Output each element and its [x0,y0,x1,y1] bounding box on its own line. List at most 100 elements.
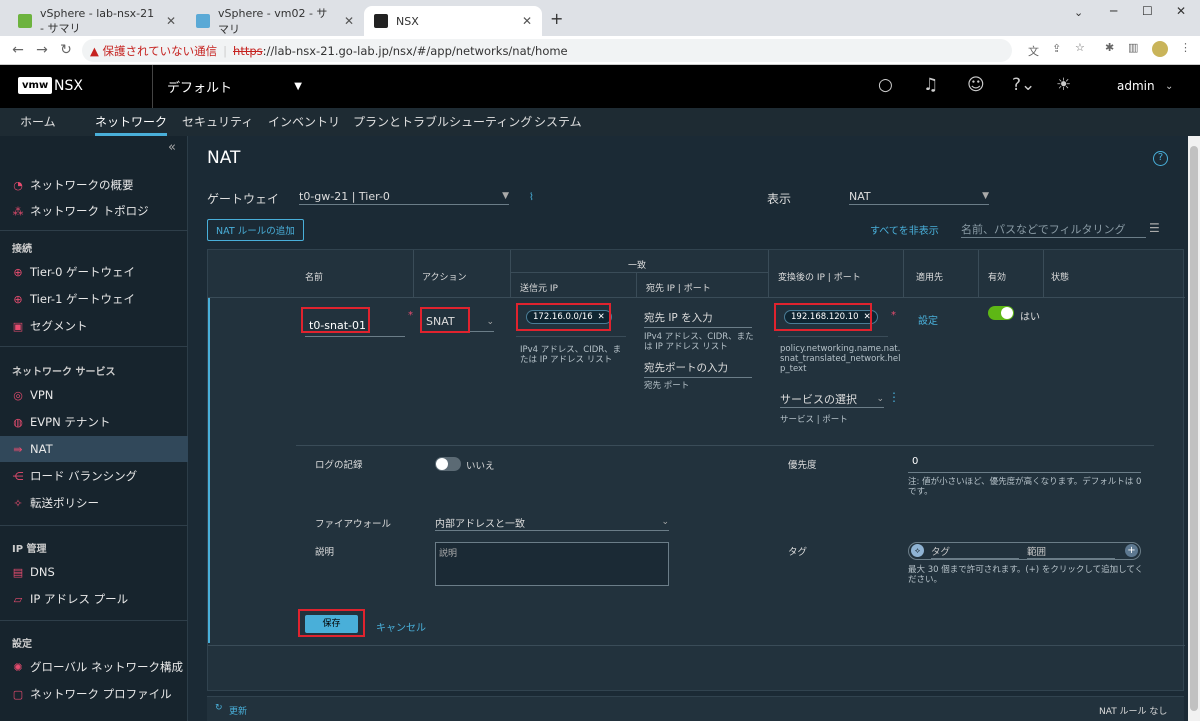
sidebar-item-label: グローバル ネットワーク構成 [30,660,184,674]
service-select[interactable]: サービスの選択 ⌄ [780,390,884,408]
firewall-select[interactable]: 内部アドレスと一致 ⌄ [435,514,669,531]
chevron-down-icon: ▼ [982,191,989,201]
sidebar-item-vpn[interactable]: ◎ VPN [0,382,188,408]
sidebar-item-network-overview[interactable]: ◔ ネットワークの概要 [0,172,188,198]
address-bar-row: ← → ↻ ▲ 保護されていない通信 | https ://lab-nsx-21… [0,36,1200,65]
highlight-box [301,307,370,333]
tab-list-icon[interactable]: ⌄ [1074,6,1083,19]
share-icon[interactable]: ⇪ [1052,42,1061,55]
sidebar: « ◔ ネットワークの概要 ⁂ ネットワーク トポロジ 接続 ⊕ Tier-0 ゲート… [0,136,188,721]
filter-input[interactable]: 名前、パスなどでフィルタリング [961,221,1146,238]
dashboard-icon: ◔ [13,178,23,192]
sidebar-item-tier0[interactable]: ⊕ Tier-0 ゲートウェイ [0,259,188,285]
scope-input[interactable]: 範囲 [1027,544,1115,559]
scrollbar-thumb[interactable] [1190,146,1198,711]
more-options-icon[interactable]: ⋮ [888,390,900,404]
back-icon[interactable]: ← [6,42,30,58]
sidebar-item-forwarding-policy[interactable]: ✧ 転送ポリシー [0,490,188,516]
sidebar-item-dns[interactable]: ▤ DNS [0,559,188,585]
col-header-match: 一致 [628,261,647,271]
notification-bell-icon[interactable]: ♫ [923,75,938,95]
nav-plan-troubleshoot[interactable]: プランとトラブルシューティング [353,108,532,136]
nav-inventory[interactable]: インベントリ [268,108,340,136]
col-header-apply-to: 適用先 [916,273,944,283]
tag-input[interactable]: タグ [931,544,1019,559]
nat-icon: ⇛ [13,442,23,456]
refresh-icon[interactable]: ↻ [215,703,223,713]
sidebar-divider [0,346,188,347]
maximize-icon[interactable]: ☐ [1142,4,1153,18]
source-ip-help: IPv4 アドレス、CIDR、または IP アドレス リスト [520,345,622,365]
close-tab-icon[interactable]: ✕ [344,14,354,28]
apply-to-settings-link[interactable]: 設定 [918,312,938,327]
sidebar-item-network-profiles[interactable]: ▢ ネットワーク プロファイル [0,681,188,707]
close-tab-icon[interactable]: ✕ [522,14,532,28]
scrollbar[interactable] [1188,136,1200,721]
user-menu[interactable]: admin [1117,79,1155,93]
search-icon[interactable]: ○ [878,75,893,95]
add-nat-rule-button[interactable]: NAT ルールの追加 [207,219,304,241]
col-divider [413,250,414,297]
sidebar-item-segments[interactable]: ▣ セグメント [0,313,188,339]
help-icon[interactable]: ? [1153,151,1168,166]
feedback-smiley-icon[interactable]: ☺ [967,75,985,95]
user-chevron-icon[interactable]: ⌄ [1165,81,1173,92]
new-tab-button[interactable]: + [550,9,563,28]
sidebar-item-load-balancing[interactable]: ⋲ ロード バランシング [0,463,188,489]
nav-system[interactable]: システム [534,108,582,136]
view-select[interactable]: NAT ▼ [849,188,989,205]
filter-menu-icon[interactable]: ☰ [1149,221,1160,235]
browser-tab-vsphere-vm02[interactable]: vSphere - vm02 - サマリ ✕ [186,6,364,36]
sidebar-item-ip-pools[interactable]: ▱ IP アドレス プール [0,586,188,612]
nav-home[interactable]: ホーム [20,108,56,136]
sidebar-item-nat[interactable]: ⇛ NAT [0,436,188,462]
sidebar-item-label: EVPN テナント [30,415,111,429]
theme-sun-icon[interactable]: ☀ [1056,75,1071,95]
priority-input[interactable]: 0 [908,456,1141,473]
destination-port-input[interactable]: 宛先ポートの入力 [644,360,752,378]
toggle-knob [436,458,448,470]
sidebar-item-evpn[interactable]: ◍ EVPN テナント [0,409,188,435]
bookmark-star-icon[interactable]: ☆ [1075,41,1085,54]
browser-tab-nsx[interactable]: NSX ✕ [364,6,542,36]
reload-icon[interactable]: ↻ [54,42,78,58]
extensions-icon[interactable]: ✱ [1105,41,1114,54]
enabled-toggle[interactable] [988,306,1014,320]
gateway-select[interactable]: t0-gw-21 | Tier-0 ▼ [299,188,509,205]
add-tag-icon[interactable]: + [1125,544,1138,557]
browser-menu-icon[interactable]: ⋮ [1180,41,1191,54]
col-divider [903,250,904,297]
nav-networking[interactable]: ネットワーク [95,108,168,136]
url-field[interactable]: ▲ 保護されていない通信 | https ://lab-nsx-21.go-la… [82,39,1012,62]
browser-tab-vsphere-lab[interactable]: vSphere - lab-nsx-21 - サマリ ✕ [8,6,186,36]
description-textarea[interactable]: 説明 [435,542,669,586]
collapse-all-link[interactable]: すべてを非表示 [870,222,939,237]
refresh-link[interactable]: 更新 [229,704,247,717]
sidebar-item-global-config[interactable]: ✺ グローバル ネットワーク構成 [0,654,188,680]
collapse-sidebar-icon[interactable]: « [168,140,176,155]
profile-avatar[interactable] [1152,41,1168,57]
cancel-button[interactable]: キャンセル [376,619,426,634]
destination-ip-input[interactable]: 宛先 IP を入力 [644,310,752,328]
forward-icon[interactable]: → [30,42,54,58]
sidebar-item-label: DNS [30,565,55,579]
window-close-icon[interactable]: ✕ [1176,4,1186,18]
col-divider [978,250,979,297]
highlight-box [774,303,872,331]
translate-icon[interactable]: 文 [1028,43,1039,59]
col-header-destination: 宛先 IP | ポート [646,284,711,294]
minimize-icon[interactable]: ─ [1110,4,1117,18]
log-toggle[interactable] [435,457,461,471]
url-path: ://lab-nsx-21.go-lab.jp/nsx/#/app/networ… [262,43,568,58]
highlight-box [516,303,611,331]
sidebar-item-topology[interactable]: ⁂ ネットワーク トポロジ [0,198,188,224]
translated-ip-underline [778,336,888,337]
chart-icon[interactable]: ⌇ [529,192,534,203]
sidepanel-icon[interactable]: ▥ [1128,41,1138,54]
sidebar-item-tier1[interactable]: ⊕ Tier-1 ゲートウェイ [0,286,188,312]
project-selector[interactable]: デフォルト ▼ [152,65,302,108]
highlight-box [298,609,365,637]
nav-security[interactable]: セキュリティ [182,108,253,136]
close-tab-icon[interactable]: ✕ [166,14,176,28]
help-menu-icon[interactable]: ?⌄ [1012,75,1035,95]
